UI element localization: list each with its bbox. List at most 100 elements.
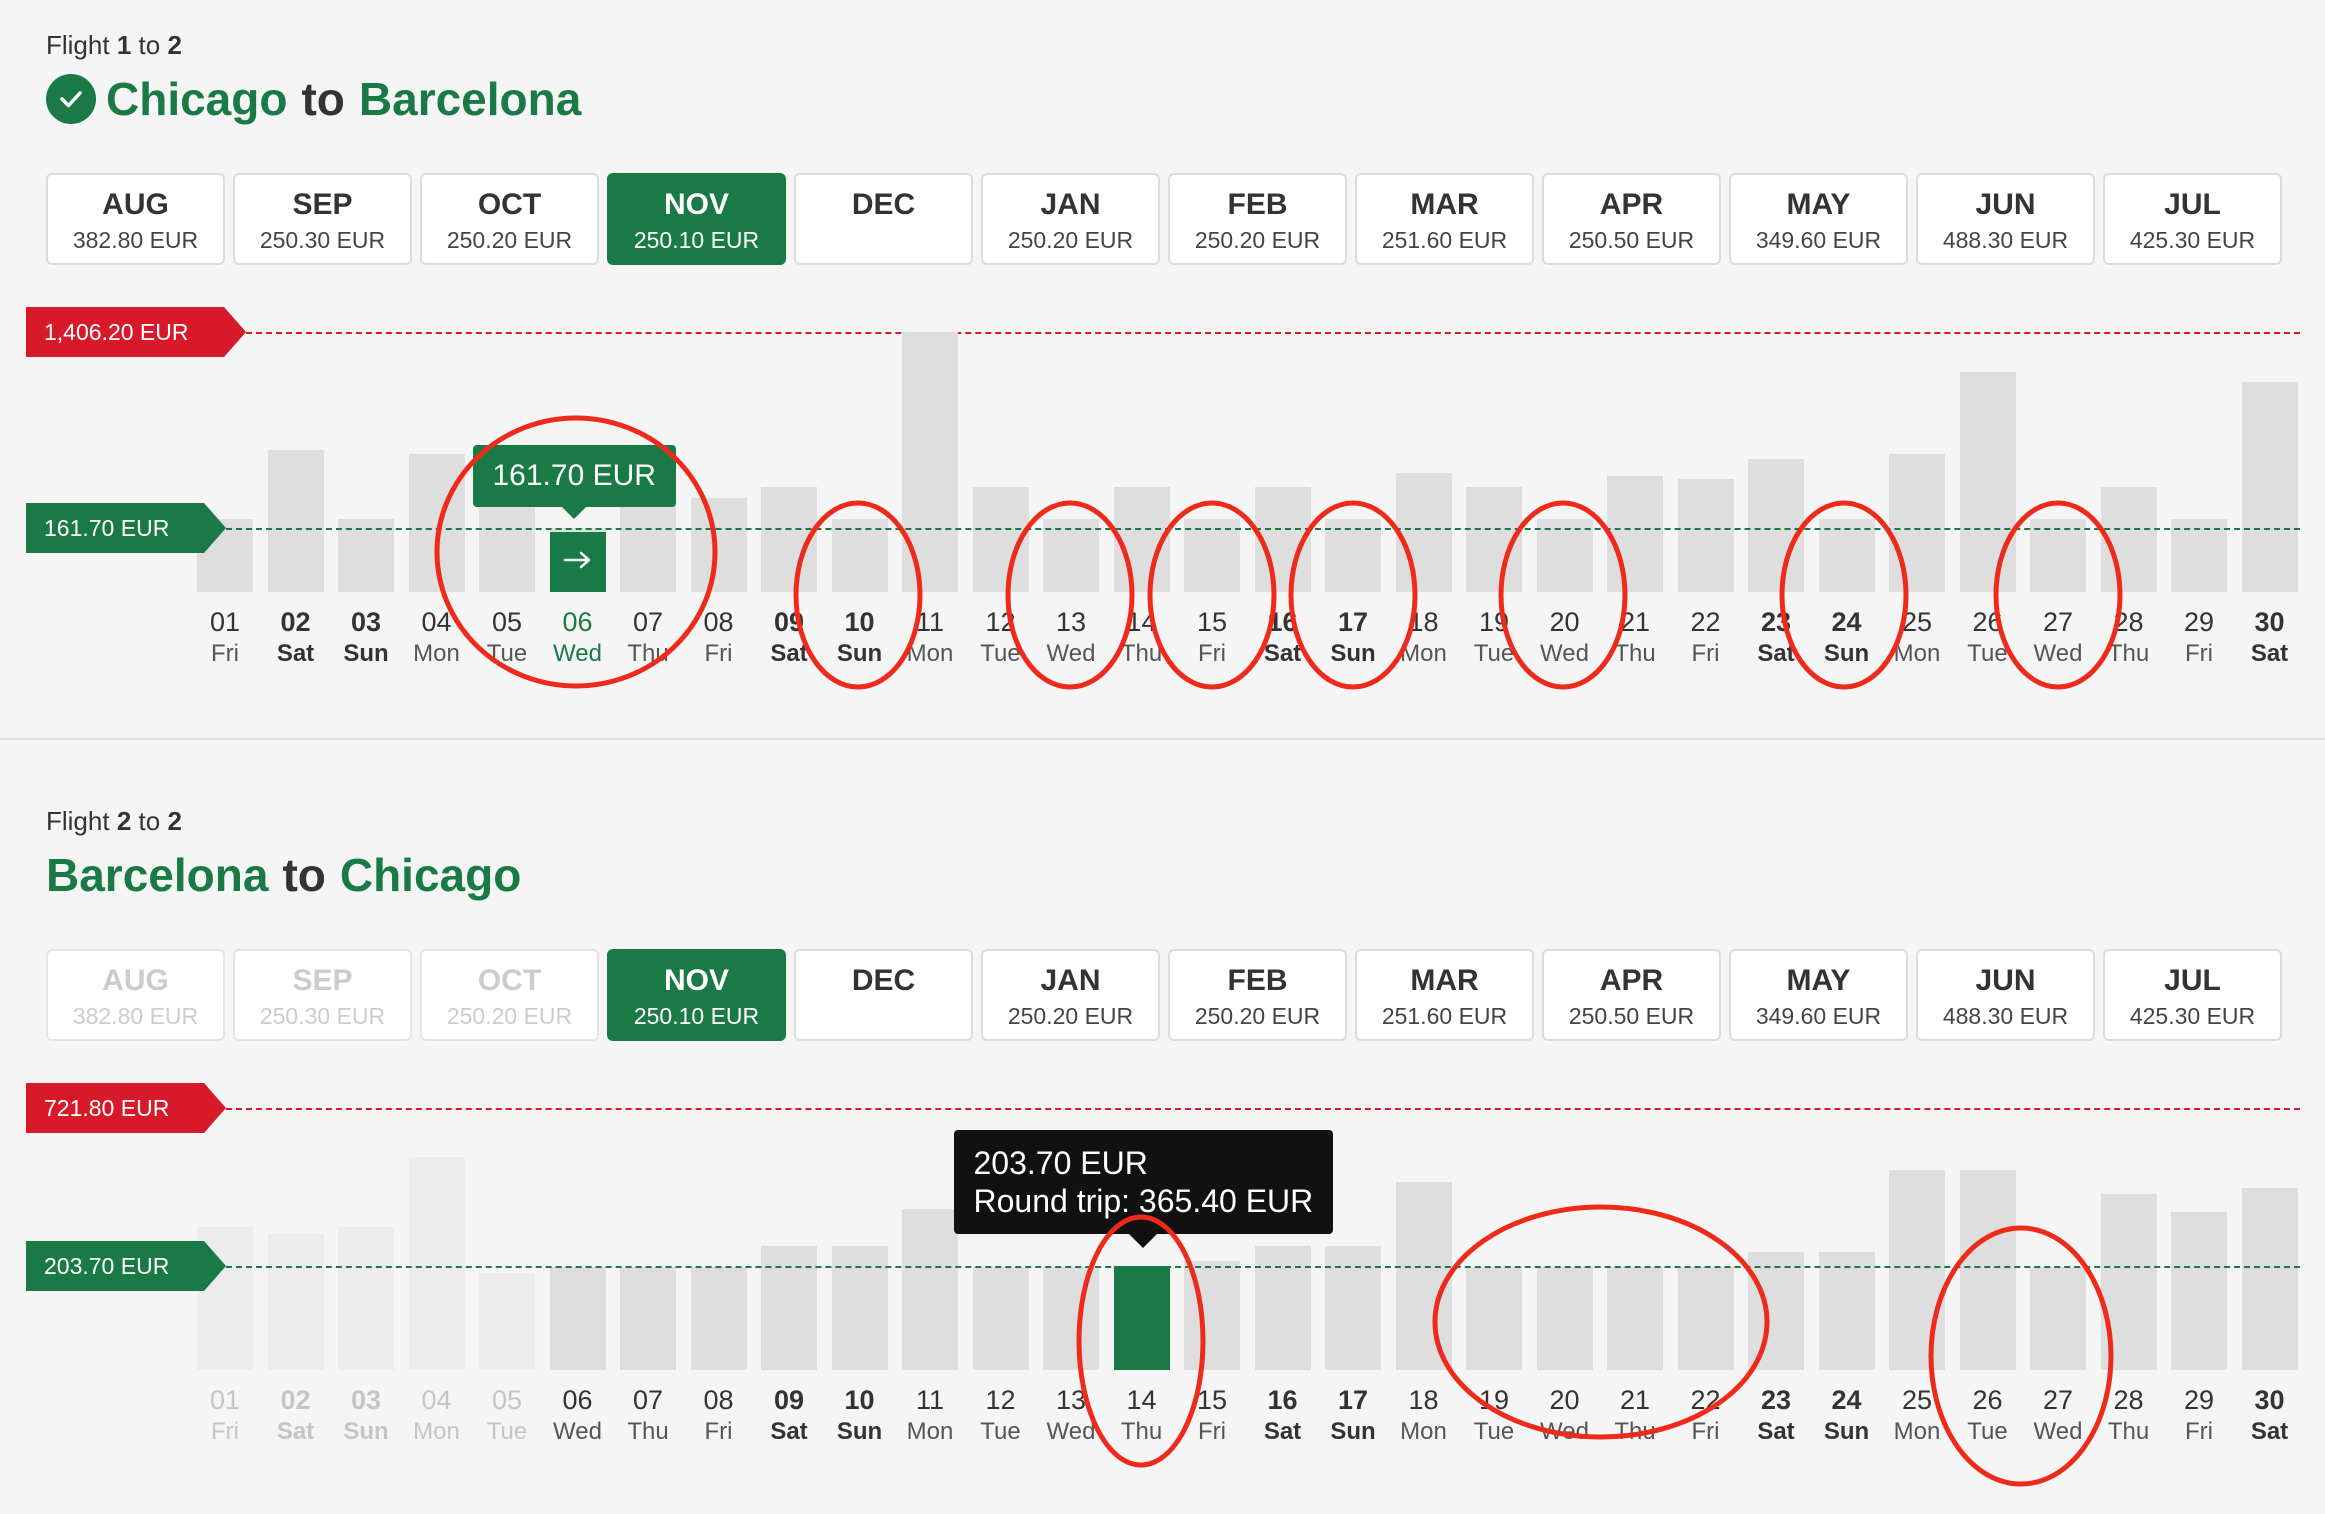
flight1-month-tab-jul[interactable]: JUL 425.30 EUR xyxy=(2103,173,2282,265)
price-bar-10[interactable] xyxy=(831,1245,888,1370)
day-label-20[interactable]: 20 Wed xyxy=(1530,1384,1600,1448)
price-bar-19[interactable] xyxy=(1466,487,1522,592)
price-bar-23[interactable] xyxy=(1748,1251,1804,1370)
day-label-17[interactable]: 17 Sun xyxy=(1318,606,1388,670)
day-label-27[interactable]: 27 Wed xyxy=(2023,606,2093,670)
price-bar-17[interactable] xyxy=(1325,1245,1381,1370)
select-day-arrow-button[interactable] xyxy=(549,532,606,592)
day-label-23[interactable]: 23 Sat xyxy=(1741,1384,1811,1448)
day-label-12[interactable]: 12 Tue xyxy=(966,606,1036,670)
price-bar-11[interactable] xyxy=(902,1209,958,1370)
price-bar-30[interactable] xyxy=(2241,381,2298,592)
day-label-25[interactable]: 25 Mon xyxy=(1882,606,1952,670)
day-label-10[interactable]: 10 Sun xyxy=(825,606,895,670)
day-label-18[interactable]: 18 Mon xyxy=(1389,606,1459,670)
flight1-month-tab-dec[interactable]: DEC xyxy=(794,173,973,265)
price-bar-24[interactable] xyxy=(1818,1251,1875,1370)
price-bar-25[interactable] xyxy=(1889,1169,1945,1370)
price-bar-27[interactable] xyxy=(2030,1267,2086,1370)
day-label-15[interactable]: 15 Fri xyxy=(1177,1384,1247,1448)
price-bar-11[interactable] xyxy=(902,332,958,592)
price-bar-08[interactable] xyxy=(690,1267,747,1370)
price-bar-12[interactable] xyxy=(972,487,1029,592)
day-label-10[interactable]: 10 Sun xyxy=(825,1384,895,1448)
day-label-19[interactable]: 19 Tue xyxy=(1459,1384,1529,1448)
flight2-month-tab-jan[interactable]: JAN 250.20 EUR xyxy=(981,949,1160,1041)
price-bar-28[interactable] xyxy=(2100,1193,2157,1370)
day-label-16[interactable]: 16 Sat xyxy=(1248,1384,1318,1448)
day-label-14[interactable]: 14 Thu xyxy=(1107,1384,1177,1448)
day-label-28[interactable]: 28 Thu xyxy=(2094,1384,2164,1448)
flight2-month-tab-feb[interactable]: FEB 250.20 EUR xyxy=(1168,949,1347,1041)
day-label-26[interactable]: 26 Tue xyxy=(1953,606,2023,670)
day-label-08[interactable]: 08 Fri xyxy=(684,606,754,670)
day-label-11[interactable]: 11 Mon xyxy=(895,1384,965,1448)
price-bar-26[interactable] xyxy=(1959,372,2016,592)
price-bar-25[interactable] xyxy=(1889,454,1945,592)
price-bar-23[interactable] xyxy=(1748,458,1804,592)
price-bar-28[interactable] xyxy=(2100,487,2157,592)
price-bar-02[interactable] xyxy=(267,449,324,592)
flight2-month-tab-jul[interactable]: JUL 425.30 EUR xyxy=(2103,949,2282,1041)
day-label-18[interactable]: 18 Mon xyxy=(1389,1384,1459,1448)
day-label-22[interactable]: 22 Fri xyxy=(1671,606,1741,670)
price-bar-15[interactable] xyxy=(1184,1261,1240,1370)
flight1-month-tab-aug[interactable]: AUG 382.80 EUR xyxy=(46,173,225,265)
price-bar-30[interactable] xyxy=(2241,1187,2298,1370)
flight1-month-tab-jun[interactable]: JUN 488.30 EUR xyxy=(1916,173,2095,265)
day-label-17[interactable]: 17 Sun xyxy=(1318,1384,1388,1448)
price-bar-19[interactable] xyxy=(1466,1267,1522,1370)
price-bar-08[interactable] xyxy=(690,498,747,592)
day-label-28[interactable]: 28 Thu xyxy=(2094,606,2164,670)
price-bar-12[interactable] xyxy=(972,1267,1029,1370)
price-bar-09[interactable] xyxy=(761,487,817,592)
price-bar-22[interactable] xyxy=(1677,479,1734,592)
flight1-month-tab-mar[interactable]: MAR 251.60 EUR xyxy=(1355,173,1534,265)
price-bar-21[interactable] xyxy=(1607,476,1663,592)
day-label-13[interactable]: 13 Wed xyxy=(1036,606,1106,670)
flight1-month-tab-jan[interactable]: JAN 250.20 EUR xyxy=(981,173,1160,265)
day-label-29[interactable]: 29 Fri xyxy=(2164,1384,2234,1448)
price-bar-14[interactable] xyxy=(1113,487,1170,592)
day-label-21[interactable]: 21 Thu xyxy=(1600,606,1670,670)
flight1-month-tab-apr[interactable]: APR 250.50 EUR xyxy=(1542,173,1721,265)
day-label-27[interactable]: 27 Wed xyxy=(2023,1384,2093,1448)
flight1-month-tab-feb[interactable]: FEB 250.20 EUR xyxy=(1168,173,1347,265)
day-label-03[interactable]: 03 Sun xyxy=(331,606,401,670)
day-label-08[interactable]: 08 Fri xyxy=(684,1384,754,1448)
day-label-23[interactable]: 23 Sat xyxy=(1741,606,1811,670)
day-label-07[interactable]: 07 Thu xyxy=(613,1384,683,1448)
flight2-month-tab-apr[interactable]: APR 250.50 EUR xyxy=(1542,949,1721,1041)
day-label-22[interactable]: 22 Fri xyxy=(1671,1384,1741,1448)
price-bar-20[interactable] xyxy=(1536,1267,1593,1370)
day-label-06[interactable]: 06 Wed xyxy=(543,606,613,670)
day-label-14[interactable]: 14 Thu xyxy=(1107,606,1177,670)
day-label-15[interactable]: 15 Fri xyxy=(1177,606,1247,670)
day-label-29[interactable]: 29 Fri xyxy=(2164,606,2234,670)
day-label-16[interactable]: 16 Sat xyxy=(1248,606,1318,670)
price-bar-16[interactable] xyxy=(1254,1245,1311,1370)
price-bar-21[interactable] xyxy=(1607,1267,1663,1370)
price-bar-16[interactable] xyxy=(1254,487,1311,592)
price-bar-22[interactable] xyxy=(1677,1267,1734,1370)
day-label-07[interactable]: 07 Thu xyxy=(613,606,683,670)
price-bar-26[interactable] xyxy=(1959,1169,2016,1370)
price-bar-04[interactable] xyxy=(408,454,465,592)
day-label-25[interactable]: 25 Mon xyxy=(1882,1384,1952,1448)
price-bar-29[interactable] xyxy=(2171,1212,2227,1370)
price-bar-13[interactable] xyxy=(1043,1267,1099,1370)
price-bar-09[interactable] xyxy=(761,1245,817,1370)
flight2-month-tab-mar[interactable]: MAR 251.60 EUR xyxy=(1355,949,1534,1041)
day-label-19[interactable]: 19 Tue xyxy=(1459,606,1529,670)
day-label-30[interactable]: 30 Sat xyxy=(2235,606,2305,670)
day-label-05[interactable]: 05 Tue xyxy=(472,606,542,670)
day-label-06[interactable]: 06 Wed xyxy=(543,1384,613,1448)
flight2-month-tab-dec[interactable]: DEC xyxy=(794,949,973,1041)
day-label-02[interactable]: 02 Sat xyxy=(261,606,331,670)
day-label-21[interactable]: 21 Thu xyxy=(1600,1384,1670,1448)
price-bar-07[interactable] xyxy=(620,1267,676,1370)
day-label-09[interactable]: 09 Sat xyxy=(754,606,824,670)
day-label-09[interactable]: 09 Sat xyxy=(754,1384,824,1448)
flight1-month-tab-oct[interactable]: OCT 250.20 EUR xyxy=(420,173,599,265)
price-bar-14[interactable] xyxy=(1113,1266,1170,1370)
